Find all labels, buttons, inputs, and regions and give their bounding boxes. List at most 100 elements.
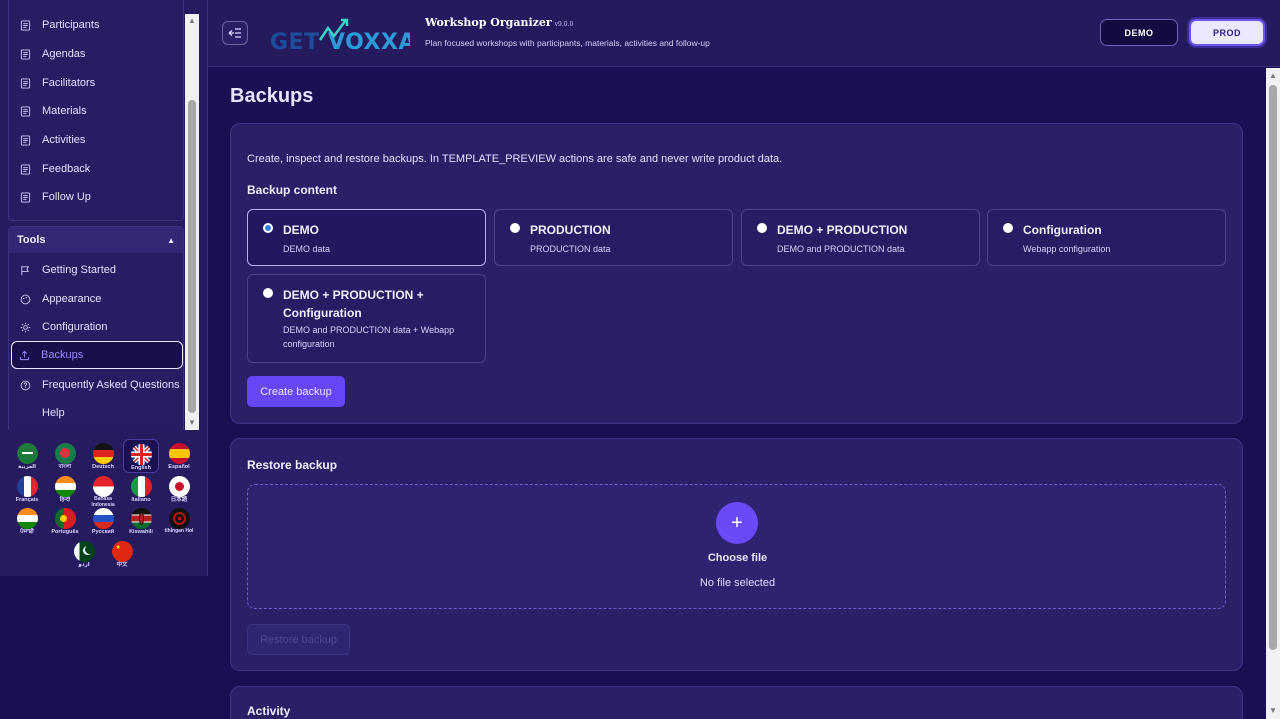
lang-de[interactable]: Deutsch: [85, 439, 121, 473]
flag-ru-icon: [92, 508, 114, 529]
choose-file-label: Choose file: [707, 552, 768, 564]
sidebar-item-participants[interactable]: Participants: [13, 12, 183, 38]
lang-pa[interactable]: ਪੰਜਾਬੀ: [9, 504, 45, 538]
sidebar-item-help[interactable]: Help: [13, 400, 183, 426]
lang-ar[interactable]: العربية: [9, 439, 45, 473]
list-icon: [19, 134, 31, 146]
backup-card: Create, inspect and restore backups. In …: [230, 123, 1243, 424]
radio-unselected[interactable]: [510, 223, 520, 233]
scroll-down-arrow-icon[interactable]: ▼: [188, 419, 196, 427]
help-circle-icon: [19, 379, 31, 391]
lang-ja[interactable]: 日本語: [161, 472, 197, 506]
sidebar-nav: Participants Agendas Facilitators Materi…: [0, 0, 200, 430]
list-icon: [19, 77, 31, 89]
sidebar-item-activities[interactable]: Activities: [13, 127, 183, 153]
sidebar-item-getting-started[interactable]: Getting Started: [13, 257, 183, 283]
lang-es[interactable]: Español: [161, 439, 197, 473]
list-icon: [19, 48, 31, 60]
flag-icon: [19, 264, 31, 276]
radio-unselected[interactable]: [263, 288, 273, 298]
sidebar-scrollbar[interactable]: ▲ ▼: [185, 14, 199, 430]
flag-ke-icon: [130, 508, 152, 529]
lang-id[interactable]: Bahasa Indonesia: [85, 472, 121, 507]
no-file-label: No file selected: [699, 577, 776, 589]
scroll-down-arrow-icon[interactable]: ▼: [1269, 707, 1277, 715]
lang-it[interactable]: Italiano: [123, 472, 159, 506]
sidebar-item-feedback[interactable]: Feedback: [13, 156, 183, 182]
backup-content-title: Backup content: [247, 183, 338, 197]
sidebar-item-label: Backups: [41, 349, 84, 361]
sidebar-item-agendas[interactable]: Agendas: [13, 41, 183, 67]
flag-id-icon: [92, 476, 114, 497]
sidebar-item-label: Activities: [42, 134, 86, 146]
lang-fr[interactable]: Français: [9, 472, 45, 506]
sidebar-item-label: Follow Up: [42, 191, 91, 203]
page-title: Backups: [230, 85, 314, 107]
list-icon: [19, 163, 31, 175]
collapse-sidebar-button[interactable]: [222, 21, 248, 45]
language-picker: العربية বাংলা Deutsch English Español Fr…: [0, 436, 200, 576]
list-icon: [19, 19, 31, 31]
radio-selected[interactable]: [263, 223, 273, 233]
scrollbar-thumb[interactable]: [1269, 85, 1277, 650]
sidebar-item-label: Getting Started: [42, 264, 116, 276]
sidebar-item-faq[interactable]: Frequently Asked Questions: [13, 372, 183, 398]
file-dropzone[interactable]: + Choose file No file selected: [247, 484, 1226, 609]
backup-option-production[interactable]: PRODUCTION PRODUCTION data: [494, 209, 733, 266]
lang-ru[interactable]: Русский: [85, 504, 121, 538]
restore-backup-button[interactable]: Restore backup: [247, 624, 350, 655]
top-header: GET VOXXA Workshop Organizer v9.0.0 Plan …: [208, 0, 1280, 67]
flag-pt-icon: [54, 508, 76, 529]
flag-in-icon: [54, 476, 76, 497]
lang-ur[interactable]: اردو: [66, 537, 102, 571]
lang-bn[interactable]: বাংলা: [47, 439, 83, 473]
flag-cn-icon: ★: [111, 541, 133, 562]
nav-group-main: Participants Agendas Facilitators Materi…: [8, 0, 184, 221]
sidebar-item-backups[interactable]: Backups: [11, 341, 183, 369]
sidebar-item-follow-up[interactable]: Follow Up: [13, 184, 183, 210]
env-demo-button[interactable]: DEMO: [1100, 19, 1178, 46]
scroll-up-arrow-icon[interactable]: ▲: [188, 17, 196, 25]
tools-section-toggle[interactable]: Tools ▲: [9, 227, 183, 253]
backup-option-demo-production[interactable]: DEMO + PRODUCTION DEMO and PRODUCTION da…: [741, 209, 980, 266]
backup-option-configuration[interactable]: Configuration Webapp configuration: [987, 209, 1226, 266]
lang-zh[interactable]: ★ 中文: [104, 537, 140, 571]
main-scrollbar[interactable]: ▲ ▼: [1266, 68, 1280, 719]
backup-option-demo[interactable]: DEMO DEMO data: [247, 209, 486, 266]
flag-pk-icon: [73, 541, 95, 562]
collapse-sidebar-icon: [228, 28, 241, 38]
activity-title: Activity: [247, 704, 291, 718]
scroll-up-arrow-icon[interactable]: ▲: [1269, 72, 1277, 80]
sidebar-item-appearance[interactable]: Appearance: [13, 286, 183, 312]
sidebar-item-configuration[interactable]: Configuration: [13, 314, 183, 340]
scrollbar-thumb[interactable]: [188, 100, 196, 413]
backup-option-demo-production-configuration[interactable]: DEMO + PRODUCTION + Configuration DEMO a…: [247, 274, 486, 363]
lang-en[interactable]: English: [123, 439, 159, 473]
create-backup-button[interactable]: Create backup: [247, 376, 345, 407]
sidebar-item-facilitators[interactable]: Facilitators: [13, 70, 183, 96]
klingon-emblem-icon: [168, 508, 190, 529]
flag-in-icon: [16, 508, 38, 529]
list-icon: [19, 105, 31, 117]
getvoxxa-logo: GET VOXXA: [268, 18, 416, 55]
lang-pt[interactable]: Português: [47, 504, 83, 538]
sidebar-item-label: Materials: [42, 105, 87, 117]
sidebar-item-label: Participants: [42, 19, 100, 31]
nav-group-tools: Tools ▲ Getting Started Appearance Confi…: [8, 226, 184, 430]
flag-jp-icon: [168, 476, 190, 497]
flag-bd-icon: [54, 443, 76, 464]
radio-unselected[interactable]: [757, 223, 767, 233]
lang-sw[interactable]: Kiswahili: [123, 504, 159, 538]
lang-hi[interactable]: हिन्दी: [47, 472, 83, 506]
main-content: Backups Create, inspect and restore back…: [208, 68, 1266, 719]
lang-tlh[interactable]: tlhIngan Hol: [161, 504, 197, 538]
activity-card: Activity: [230, 686, 1243, 719]
sidebar: Participants Agendas Facilitators Materi…: [0, 0, 208, 576]
plus-icon[interactable]: +: [716, 502, 758, 544]
radio-unselected[interactable]: [1003, 223, 1013, 233]
svg-text:VOXXA: VOXXA: [328, 30, 410, 54]
restore-title: Restore backup: [247, 458, 338, 472]
env-prod-button[interactable]: PROD: [1189, 19, 1265, 46]
sidebar-item-label: Frequently Asked Questions: [42, 379, 180, 391]
sidebar-item-materials[interactable]: Materials: [13, 98, 183, 124]
